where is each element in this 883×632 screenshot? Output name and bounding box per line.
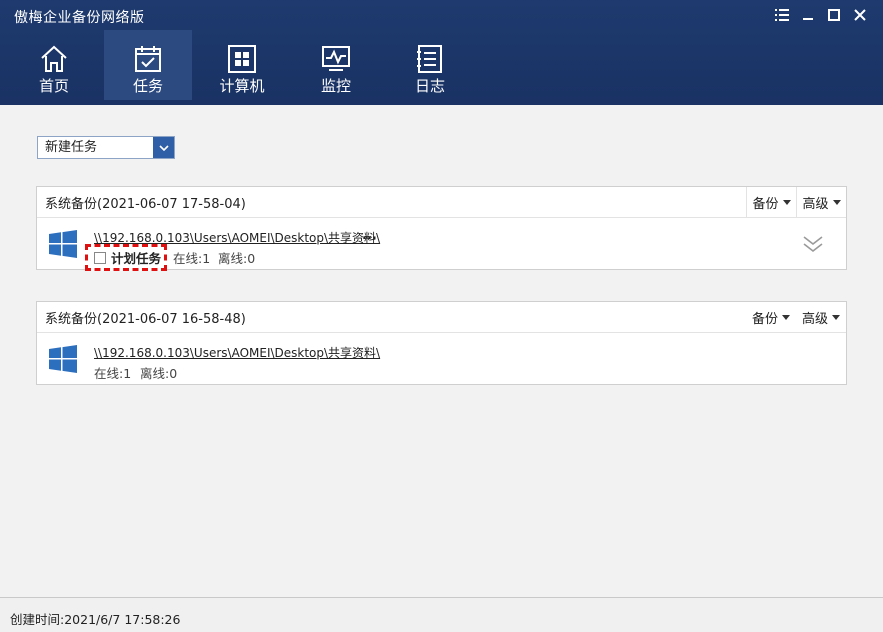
caret-down-icon — [832, 314, 840, 320]
nav-label: 计算机 — [219, 77, 265, 95]
advanced-menu-button[interactable]: 高级 — [796, 186, 846, 218]
close-icon[interactable] — [847, 4, 873, 26]
task-title: 系统备份(2021-06-07 17-58-04) — [45, 196, 246, 212]
advanced-menu-label: 高级 — [802, 196, 829, 212]
window-controls — [769, 4, 873, 26]
online-count: 在线:1 — [94, 366, 132, 381]
monitor-icon — [321, 44, 351, 74]
task-card-header: 系统备份(2021-06-07 17-58-04) 备份 高级 — [37, 186, 846, 218]
app-title: 傲梅企业备份网络版 — [14, 10, 145, 26]
offline-count: 离线:0 — [140, 366, 178, 381]
backup-menu-button[interactable]: 备份 — [746, 302, 796, 333]
schedule-task-highlight: 计划任务 — [85, 244, 167, 271]
calendar-check-icon — [133, 44, 163, 74]
nav-computers[interactable]: 计算机 — [198, 30, 286, 100]
online-count: 在线:1 — [173, 251, 211, 266]
backup-menu-label: 备份 — [751, 311, 778, 327]
caret-down-icon — [782, 314, 790, 320]
offline-count: 离线:0 — [218, 251, 256, 266]
nav-label: 监控 — [320, 77, 351, 95]
maximize-icon[interactable] — [821, 4, 847, 26]
menu-icon[interactable] — [769, 4, 795, 26]
nav-label: 首页 — [38, 77, 69, 95]
windows-logo-icon — [49, 345, 77, 373]
home-icon — [39, 44, 69, 74]
task-title: 系统备份(2021-06-07 16-58-48) — [45, 311, 246, 327]
task-card: 系统备份(2021-06-07 16-58-48) 备份 高级 \\192.16… — [36, 301, 847, 385]
task-card-body: \\192.168.0.103\Users\AOMEI\Desktop\共享资料… — [37, 333, 846, 384]
chevron-down-icon[interactable] — [153, 137, 174, 158]
task-card-header: 系统备份(2021-06-07 16-58-48) 备份 高级 — [37, 302, 846, 333]
nav-tasks[interactable]: 任务 — [104, 30, 192, 100]
status-bar: 创建时间:2021/6/7 17:58:26 — [0, 597, 883, 632]
expand-double-chevron-icon[interactable] — [802, 234, 824, 254]
nav-label: 日志 — [414, 77, 445, 95]
task-card-body: \\192.168.0.103\Users\AOMEI\Desktop\共享资料… — [37, 218, 846, 271]
advanced-menu-button[interactable]: 高级 — [796, 302, 846, 333]
caret-down-icon — [782, 199, 791, 205]
log-icon — [415, 44, 445, 74]
new-task-dropdown[interactable]: 新建任务 — [37, 136, 175, 159]
schedule-task-checkbox[interactable] — [94, 251, 106, 264]
nav-logs[interactable]: 日志 — [386, 30, 474, 100]
main-content: 新建任务 系统备份(2021-06-07 17-58-04) 备份 高级 \\1… — [0, 105, 883, 597]
nav-monitor[interactable]: 监控 — [292, 30, 380, 100]
task-card: 系统备份(2021-06-07 17-58-04) 备份 高级 \\192.16… — [36, 186, 847, 271]
backup-menu-button[interactable]: 备份 — [746, 186, 796, 218]
created-time: 创建时间:2021/6/7 17:58:26 — [10, 612, 181, 627]
new-task-label: 新建任务 — [45, 140, 98, 155]
schedule-task-label: 计划任务 — [111, 251, 162, 266]
caret-down-icon — [832, 199, 841, 205]
minimize-icon[interactable] — [795, 4, 821, 26]
title-bar: 傲梅企业备份网络版 首页 任务 计算机 监控 日志 — [0, 0, 883, 105]
main-nav: 首页 任务 计算机 监控 日志 — [10, 30, 480, 100]
windows-icon — [227, 44, 257, 74]
nav-home[interactable]: 首页 — [10, 30, 98, 100]
advanced-menu-label: 高级 — [801, 311, 828, 327]
nav-label: 任务 — [132, 77, 163, 95]
windows-logo-icon — [49, 230, 77, 258]
more-ellipsis[interactable]: ... — [362, 228, 377, 243]
backup-menu-label: 备份 — [752, 196, 779, 212]
destination-path-link[interactable]: \\192.168.0.103\Users\AOMEI\Desktop\共享资料… — [94, 344, 380, 361]
